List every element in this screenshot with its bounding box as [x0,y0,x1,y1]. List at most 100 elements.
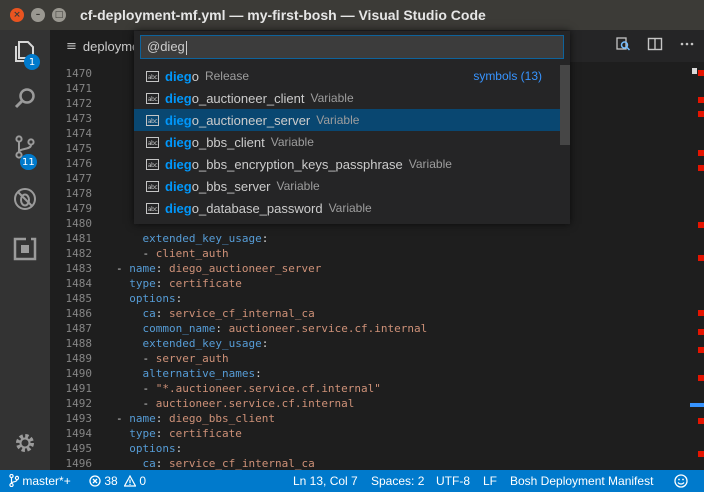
split-editor-icon [647,36,663,56]
line-number: 1481 [65,232,93,245]
line-number: 1482 [65,247,93,260]
line-number: 1475 [65,142,93,155]
quick-open-scrollbar[interactable] [560,65,570,219]
quick-open-item[interactable]: abc diego_bbs_client Variable [134,131,560,153]
line-code: extended_key_usage: [142,232,269,245]
line-number: 1477 [65,172,93,185]
line-code: - name: diego_auctioneer_server [116,262,322,275]
line-number: 1476 [65,157,93,170]
debug-button[interactable] [0,178,50,224]
problems-status[interactable]: 38 0 [89,470,146,492]
source-control-button[interactable]: 11 [0,126,50,172]
line-number: 1472 [65,97,93,110]
symbol-name: diego_bbs_encryption_keys_passphrase [165,157,403,172]
symbol-name-rest: o_auctioneer_server [191,112,311,128]
line-number: 1492 [65,397,93,410]
symbol-kind: Variable [316,113,360,127]
line-code: - client_auth [116,247,229,260]
quick-open-input-value: @dieg [147,39,185,54]
symbol-name-rest: o_bbs_client [191,134,265,150]
quick-open-input[interactable]: @dieg [140,35,564,59]
explorer-button[interactable]: 1 [0,30,50,76]
eol-status[interactable]: LF [483,470,497,492]
symbol-string-icon: abc [146,180,159,192]
symbol-name-match: dieg [165,68,192,84]
minimize-window-button[interactable]: – [31,8,45,22]
line-code: common_name: auctioneer.service.cf.inter… [142,322,428,335]
tab-label: deployme [82,38,134,54]
ruler-mark [692,68,697,74]
symbol-name: diego_auctioneer_client [165,91,304,106]
search-button[interactable] [0,78,50,124]
close-window-button[interactable]: × [10,8,24,22]
line-code: ca: service_cf_internal_ca [142,457,315,470]
settings-button[interactable] [0,422,50,468]
branch-status[interactable]: master*+ [9,470,71,492]
warning-icon [123,474,137,488]
quick-open-item[interactable]: abc diego_bbs_server Variable [134,175,560,197]
code-line: 1495 options: [50,441,690,456]
branch-name: master*+ [22,474,71,488]
warning-count: 0 [139,474,147,488]
feedback-button[interactable] [674,470,688,492]
tab-deployment[interactable]: ≡ deployme [50,30,134,62]
text-caret [185,40,187,55]
line-number: 1479 [65,202,93,215]
quick-open-item[interactable]: abc diego_database_password Variable [134,197,560,219]
line-number: 1486 [65,307,93,320]
code-line: 1484 type: certificate [50,276,690,291]
symbol-kind: Variable [270,135,314,149]
cursor-mark [690,403,704,407]
quick-open-item[interactable]: abc diego_bbs_encryption_keys_passphrase V… [134,153,560,175]
maximize-window-button[interactable]: □ [52,8,66,22]
error-mark [698,255,704,261]
smiley-icon [674,474,688,488]
extensions-icon [12,236,38,266]
language-mode[interactable]: Bosh Deployment Manifest [510,470,653,492]
symbol-string-icon: abc [146,202,159,214]
extensions-button[interactable] [0,228,50,274]
split-editor-button[interactable] [640,30,670,62]
quick-open-item[interactable]: abc diego_auctioneer_server Variable [134,109,560,131]
cursor-position[interactable]: Ln 13, Col 7 [293,470,358,492]
error-mark [698,418,704,424]
encoding-status[interactable]: UTF-8 [436,470,470,492]
quick-open-item[interactable]: abc diego_auctioneer_client Variable [134,87,560,109]
error-mark [698,347,704,353]
window-title: cf-deployment-mf.yml — my-first-bosh — V… [80,7,486,23]
line-code: - server_auth [116,352,229,365]
symbol-name-match: dieg [165,156,192,172]
scroll-thumb[interactable] [560,65,570,145]
symbol-name-match: dieg [165,178,192,194]
line-number: 1485 [65,292,93,305]
quick-open-item[interactable]: abc diego Release symbols (13) [134,65,560,87]
error-mark [698,310,704,316]
symbol-name: diego_bbs_client [165,135,265,150]
overview-ruler[interactable] [690,62,704,470]
indentation-status[interactable]: Spaces: 2 [371,470,424,492]
line-number: 1496 [65,457,93,470]
open-changes-button[interactable] [608,30,638,62]
code-line: 1491 - "*.auctioneer.service.cf.internal… [50,381,690,396]
symbol-name-rest: o_auctioneer_client [191,90,305,106]
line-number: 1491 [65,382,93,395]
code-line: 1481 extended_key_usage: [50,231,690,246]
line-code: - name: diego_bbs_client [116,412,275,425]
line-number: 1478 [65,187,93,200]
symbol-name: diego_bbs_server [165,179,271,194]
error-icon [89,474,101,488]
line-number: 1488 [65,337,93,350]
error-mark [698,165,704,171]
code-line: 1494 type: certificate [50,426,690,441]
code-line: 1483 - name: diego_auctioneer_server [50,261,690,276]
symbol-name: diego [165,69,199,84]
more-actions-button[interactable] [672,30,702,62]
error-mark [698,111,704,117]
line-number: 1480 [65,217,93,230]
